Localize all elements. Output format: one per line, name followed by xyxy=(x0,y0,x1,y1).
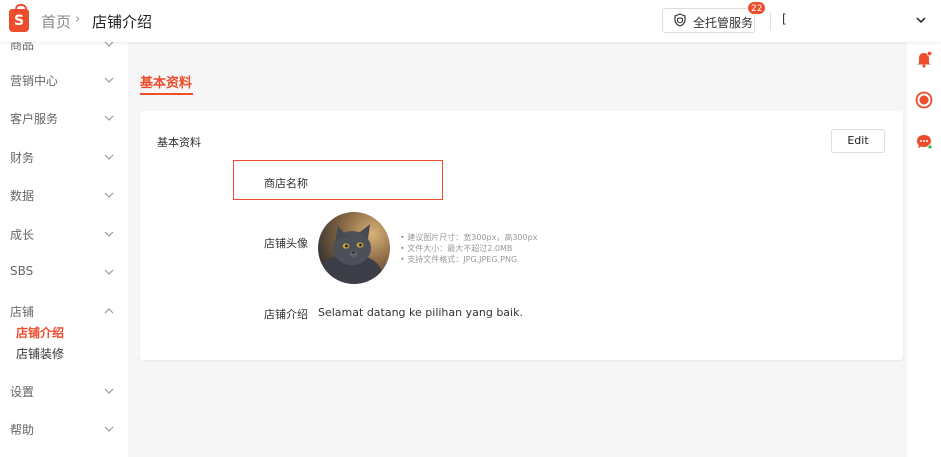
right-icon-rail xyxy=(907,42,941,457)
hint-file-format: • 支持文件格式：JPG,JPEG,PNG xyxy=(400,255,518,264)
sidebar-item-label: 商品 xyxy=(10,42,35,52)
cat-photo-icon xyxy=(318,212,390,284)
shopee-logo-icon[interactable]: S xyxy=(9,4,29,32)
breadcrumb-current: 店铺介绍 xyxy=(92,13,153,31)
sidebar-item-products[interactable]: 商品 xyxy=(0,42,128,54)
sidebar-item-label: 营销中心 xyxy=(10,74,59,88)
sidebar-item-label: 帮助 xyxy=(10,423,35,437)
live-circle-icon[interactable] xyxy=(915,91,933,109)
left-sidebar: 商品 营销中心 客户服务 财务 数据 成长 SBS 店铺 店铺介绍 店铺装修 设… xyxy=(0,42,128,457)
sidebar-item-sbs[interactable]: SBS xyxy=(0,262,128,282)
sidebar-item-label: 店铺 xyxy=(10,305,35,319)
top-header: S 首页 › 店铺介绍 全托管服务 22 [ xyxy=(0,0,941,42)
breadcrumb-separator: › xyxy=(75,12,81,27)
chevron-down-icon xyxy=(104,77,114,83)
breadcrumb-home[interactable]: 首页 xyxy=(41,11,71,32)
chevron-down-icon xyxy=(104,42,114,47)
sidebar-subitem-shop-decoration[interactable]: 店铺装修 xyxy=(16,345,64,362)
sidebar-item-data[interactable]: 数据 xyxy=(0,185,128,205)
shop-avatar-image[interactable] xyxy=(318,212,390,284)
user-name[interactable]: [ xyxy=(782,12,787,26)
shield-box-icon xyxy=(674,13,686,27)
managed-service-label: 全托管服务 xyxy=(693,16,754,30)
hint-image-size: • 建议图片尺寸：宽300px，高300px xyxy=(400,233,538,242)
chevron-down-icon[interactable] xyxy=(915,14,927,26)
sidebar-subitem-shop-intro[interactable]: 店铺介绍 xyxy=(16,324,64,341)
sidebar-item-shop[interactable]: 店铺 xyxy=(0,301,128,321)
shop-intro-text: Selamat datang ke pilihan yang baik. xyxy=(318,306,523,319)
tab-basic-info[interactable]: 基本资料 xyxy=(140,72,192,91)
sidebar-item-settings[interactable]: 设置 xyxy=(0,381,128,401)
chevron-down-icon xyxy=(104,388,114,394)
logo-letter: S xyxy=(13,13,25,29)
basic-info-card: 基本资料 Edit 商店名称 店铺头像 • 建议图片尺寸：宽300px，高300… xyxy=(140,111,903,360)
chevron-down-icon xyxy=(104,115,114,121)
header-divider xyxy=(770,12,771,30)
sidebar-item-label: 客户服务 xyxy=(10,112,59,126)
chevron-up-icon xyxy=(104,308,114,314)
chat-icon[interactable] xyxy=(915,133,933,151)
sidebar-item-customer-service[interactable]: 客户服务 xyxy=(0,108,128,128)
sidebar-item-label: SBS xyxy=(10,264,34,278)
chevron-down-icon xyxy=(104,192,114,198)
shop-intro-label: 店铺介绍 xyxy=(264,308,308,321)
notification-badge: 22 xyxy=(747,1,767,15)
shop-name-highlight-box: 商店名称 xyxy=(233,160,443,200)
sidebar-item-growth[interactable]: 成长 xyxy=(0,224,128,244)
sidebar-item-marketing[interactable]: 营销中心 xyxy=(0,70,128,90)
shop-name-label: 商店名称 xyxy=(264,177,308,190)
avatar-requirements: • 建议图片尺寸：宽300px，高300px • 文件大小：最大不超过2.0MB… xyxy=(400,232,537,265)
chevron-down-icon xyxy=(104,154,114,160)
chevron-down-icon xyxy=(104,269,114,275)
card-title: 基本资料 xyxy=(157,136,201,149)
shop-avatar-label: 店铺头像 xyxy=(264,237,308,250)
hint-file-size: • 文件大小：最大不超过2.0MB xyxy=(400,244,513,253)
sidebar-item-finance[interactable]: 财务 xyxy=(0,147,128,167)
sidebar-item-label: 数据 xyxy=(10,189,35,203)
edit-button[interactable]: Edit xyxy=(831,129,885,153)
active-tab-indicator xyxy=(140,93,193,95)
sidebar-item-label: 成长 xyxy=(10,228,35,242)
managed-service-button[interactable]: 全托管服务 xyxy=(662,8,755,33)
sidebar-item-label: 设置 xyxy=(10,385,35,399)
bell-icon[interactable] xyxy=(915,50,933,68)
chevron-down-icon xyxy=(104,231,114,237)
chevron-down-icon xyxy=(104,426,114,432)
sidebar-item-help[interactable]: 帮助 xyxy=(0,419,128,439)
sidebar-item-label: 财务 xyxy=(10,151,35,165)
